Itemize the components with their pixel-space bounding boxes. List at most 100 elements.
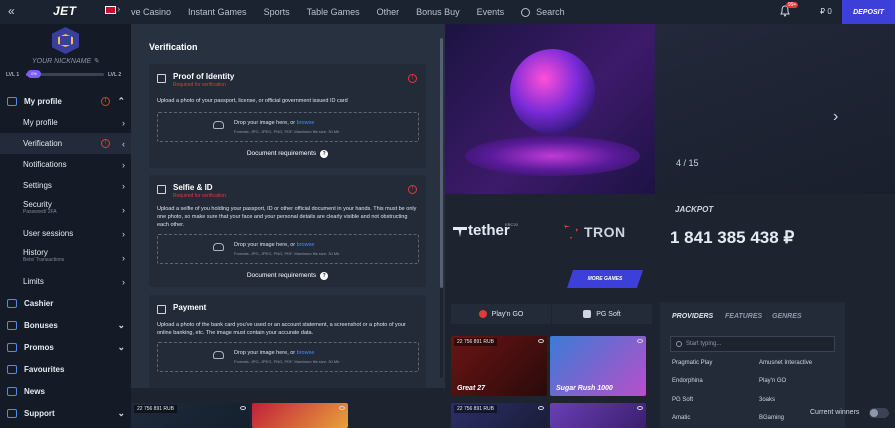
tab-features[interactable]: FEATURES: [725, 313, 762, 320]
nav-other[interactable]: Other: [377, 7, 400, 17]
sidebar-item-my-profile[interactable]: My profile ! ⌃: [0, 90, 131, 112]
sidebar-item-promos[interactable]: Promos ⌄: [0, 336, 131, 358]
game-tile[interactable]: 22 756 891 RUB: [131, 403, 249, 428]
edit-pencil-icon[interactable]: ✎: [93, 58, 99, 65]
eye-icon: [240, 406, 246, 410]
more-games-button[interactable]: MORE GAMES: [567, 270, 643, 288]
sidebar-item-bonuses[interactable]: Bonuses ⌄: [0, 314, 131, 336]
warning-icon: !: [408, 185, 417, 194]
provider-item[interactable]: Amusnet Interactive: [759, 360, 812, 366]
card-title: Proof of Identity: [173, 72, 235, 81]
nav-live-casino[interactable]: ve Casino: [131, 7, 171, 17]
balance[interactable]: ₽ 0: [820, 7, 832, 16]
provider-item[interactable]: Play'n GO: [759, 378, 786, 384]
browse-link[interactable]: browse: [297, 120, 315, 126]
sidebar-item-news[interactable]: News: [0, 380, 131, 402]
sidebar-item-profile[interactable]: My profile ›: [0, 112, 131, 133]
panel-scrollbar-thumb[interactable]: [440, 38, 443, 288]
nav-instant-games[interactable]: Instant Games: [188, 7, 247, 17]
sidebar-item-user-sessions[interactable]: User sessions ›: [0, 223, 131, 244]
dropzone-text: Drop your image here, or browse: [234, 350, 314, 356]
card-title: Selfie & ID: [173, 183, 213, 192]
provider-tab-playngo[interactable]: Play'n GO: [451, 304, 551, 324]
nav-bonus-buy[interactable]: Bonus Buy: [416, 7, 460, 17]
nav-sports[interactable]: Sports: [264, 7, 290, 17]
language-flag-icon[interactable]: [105, 6, 116, 14]
jackpot-badge: 22 756 891 RUB: [134, 405, 177, 413]
collapse-sidebar-icon[interactable]: «: [8, 4, 15, 18]
browse-link[interactable]: browse: [297, 350, 315, 356]
card-title: Payment: [173, 303, 207, 312]
promo-banner[interactable]: › 4 / 15: [445, 24, 895, 194]
game-tile[interactable]: [252, 403, 348, 428]
game-tile[interactable]: Sugar Rush 1000: [550, 336, 646, 396]
tether-text: tether: [468, 222, 510, 239]
provider-item[interactable]: PG Soft: [672, 397, 693, 403]
chevron-right-icon: ›: [122, 159, 125, 170]
chevron-right-icon: ›: [122, 276, 125, 287]
sidebar-item-favourites[interactable]: Favourites: [0, 358, 131, 380]
sidebar-item-label: My profile: [24, 96, 62, 106]
required-note: Required for verification: [173, 82, 226, 88]
credit-card-icon: [157, 305, 166, 314]
provider-item[interactable]: Endorphina: [672, 378, 703, 384]
dropzone-text: Drop your image here, or browse: [234, 120, 314, 126]
nav-events[interactable]: Events: [477, 7, 505, 17]
current-winners-toggle[interactable]: [869, 408, 889, 418]
support-icon: [7, 408, 17, 418]
document-requirements[interactable]: Document requirements?: [149, 150, 426, 158]
chevron-right-icon: ›: [122, 117, 125, 128]
search-icon: [521, 7, 531, 17]
tab-genres[interactable]: GENRES: [772, 313, 802, 320]
sidebar-item-notifications[interactable]: Notifications ›: [0, 154, 131, 175]
document-requirements-label: Document requirements: [246, 272, 317, 279]
banner-next-arrow-icon[interactable]: ›: [833, 108, 838, 126]
sidebar-item-verification[interactable]: Verification ! ‹: [0, 133, 131, 154]
provider-search-input[interactable]: Start typing...: [670, 336, 835, 352]
banner-art-base: [465, 136, 640, 176]
document-requirements[interactable]: Document requirements?: [149, 272, 426, 280]
jackpot-label: JACKPOT: [675, 205, 714, 214]
dropzone[interactable]: Drop your image here, or browse Formats:…: [157, 342, 419, 372]
provider-item[interactable]: Amatic: [672, 415, 690, 421]
sidebar-item-support[interactable]: Support ⌄: [0, 402, 131, 424]
camera-icon: [157, 185, 166, 194]
chevron-down-icon: ⌄: [117, 341, 125, 352]
banner-counter: 4 / 15: [676, 158, 699, 168]
nickname-text: YOUR NICKNAME: [32, 58, 92, 65]
language-chevron-icon[interactable]: ›: [117, 4, 120, 15]
sidebar-item-cashier[interactable]: Cashier: [0, 292, 131, 314]
game-tile[interactable]: [550, 403, 646, 428]
deposit-button[interactable]: DEPOSIT: [842, 0, 895, 24]
provider-item[interactable]: Pragmatic Play: [672, 360, 712, 366]
dropzone[interactable]: Drop your image here, or browse Formats:…: [157, 234, 419, 264]
provider-item[interactable]: 3oaks: [759, 397, 775, 403]
logo[interactable]: JET: [53, 4, 77, 18]
sidebar-item-history[interactable]: History Bets/ Transactions ›: [0, 244, 131, 271]
question-icon: ?: [320, 272, 329, 280]
verification-panel: Verification Proof of Identity Required …: [131, 24, 445, 388]
provider-item[interactable]: BGaming: [759, 415, 784, 421]
chevron-down-icon: ⌄: [117, 407, 125, 418]
nav-search[interactable]: Search: [521, 7, 565, 17]
provider-tab-label: Play'n GO: [491, 310, 524, 318]
megaphone-icon: [7, 342, 17, 352]
nav-table-games[interactable]: Table Games: [307, 7, 360, 17]
sidebar-item-label: Support: [24, 408, 55, 418]
sidebar-item-settings[interactable]: Settings ›: [0, 175, 131, 196]
tron-logo: TRON: [584, 224, 626, 240]
nickname[interactable]: YOUR NICKNAME ✎: [0, 57, 131, 65]
sidebar-item-label: History: [23, 248, 48, 257]
sidebar-item-security[interactable]: Security Password/ 2FA ›: [0, 196, 131, 223]
provider-tab-pgsoft[interactable]: PG Soft: [552, 304, 652, 324]
game-title: Great 27: [457, 385, 486, 392]
dropzone[interactable]: Drop your image here, or browse Formats:…: [157, 112, 419, 142]
provider-tab-label: PG Soft: [596, 310, 621, 318]
sidebar-item-limits[interactable]: Limits ›: [0, 271, 131, 292]
game-tile[interactable]: 22 756 891 RUB Great 27: [451, 336, 547, 396]
browse-link[interactable]: browse: [297, 242, 315, 248]
chevron-right-icon: ›: [122, 204, 125, 215]
game-tile[interactable]: 22 756 891 RUB: [451, 403, 547, 428]
tether-logo: tether: [452, 222, 510, 239]
tab-providers[interactable]: PROVIDERS: [672, 313, 713, 320]
